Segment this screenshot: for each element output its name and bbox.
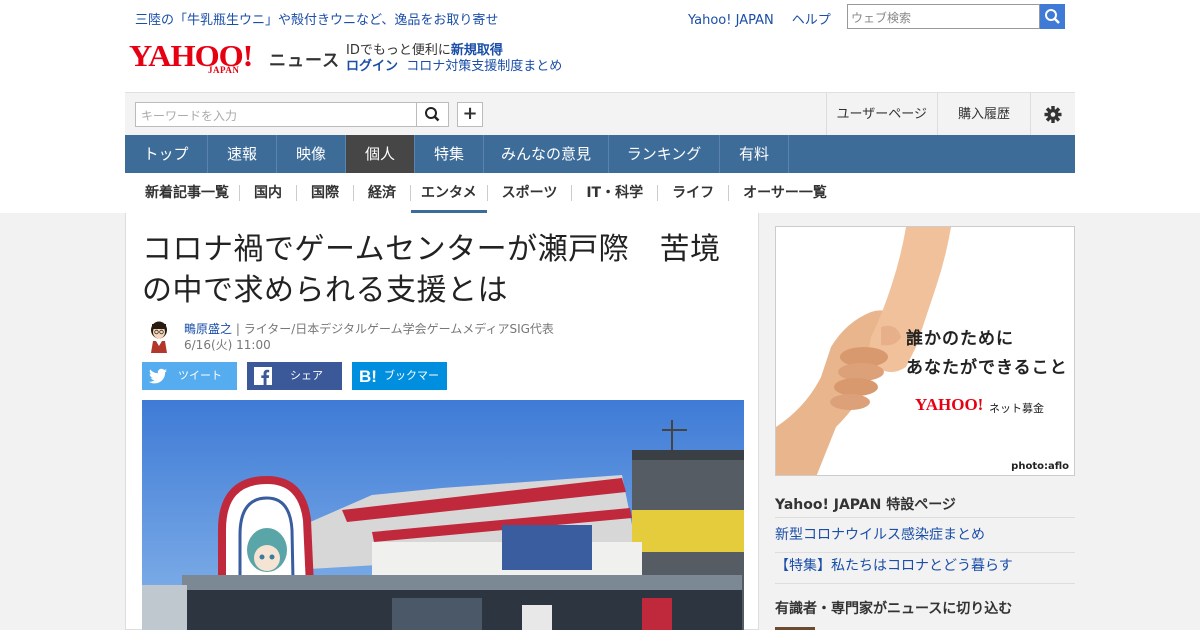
- main-nav: トップ 速報 映像 個人 特集 みんなの意見 ランキング 有料: [125, 135, 1075, 173]
- logo-japan-text: JAPAN: [208, 65, 240, 75]
- share-label: シェア: [290, 369, 323, 382]
- nav-item-top[interactable]: トップ: [125, 135, 208, 173]
- article-title-line1: コロナ禍でゲームセンターが瀬戸際 苦境: [142, 232, 721, 267]
- gear-icon: [1044, 106, 1062, 123]
- header-right-links: ユーザーページ 購入履歴: [825, 93, 1076, 136]
- hatena-bookmark-icon: B!: [359, 367, 377, 386]
- ad-hands-image: [776, 227, 1074, 475]
- id-promo-text: IDでもっと便利に: [346, 43, 451, 58]
- facebook-share-button[interactable]: シェア: [247, 362, 342, 390]
- ad-yahoo-logo: YAHOO!: [915, 395, 984, 414]
- keyword-search-button[interactable]: [417, 102, 449, 127]
- corona-support-link[interactable]: コロナ対策支援制度まとめ: [406, 59, 562, 74]
- user-page-link[interactable]: ユーザーページ: [825, 93, 937, 136]
- ad-logo-subtitle: ネット募金: [989, 402, 1044, 415]
- subnav-domestic[interactable]: 国内: [240, 185, 297, 201]
- nav-item-video[interactable]: 映像: [277, 135, 346, 173]
- ad-line2: あなたができること: [906, 358, 1068, 378]
- author-avatar[interactable]: [146, 319, 172, 353]
- ad-photo-credit: photo:aflo: [1011, 461, 1069, 472]
- subnav-authors[interactable]: オーサー一覧: [729, 185, 841, 201]
- ad-line1: 誰かのために: [906, 329, 1014, 349]
- id-area: IDでもっと便利に新規取得 ログイン コロナ対策支援制度まとめ: [346, 43, 562, 75]
- nav-item-opinions[interactable]: みんなの意見: [484, 135, 609, 173]
- svg-text:B!: B!: [359, 367, 377, 386]
- author-name-link[interactable]: 鴫原盛之: [184, 322, 232, 336]
- subnav-entertainment[interactable]: エンタメ: [411, 185, 488, 213]
- experts-heading: 有識者・専門家がニュースに切り込む: [775, 601, 1013, 617]
- special-pages-heading: Yahoo! JAPAN 特設ページ: [775, 497, 956, 513]
- special-link-covid-life[interactable]: 【特集】私たちはコロナとどう暮らす: [775, 555, 1075, 584]
- article-title-line2: の中で求められる支援とは: [142, 273, 508, 308]
- search-row: キーワードを入力 + ユーザーページ 購入履歴: [125, 92, 1076, 136]
- nav-item-ranking[interactable]: ランキング: [609, 135, 720, 173]
- author-info: 鴫原盛之 | ライター/日本デジタルゲーム学会ゲームメディアSIG代表: [184, 320, 554, 337]
- top-links: Yahoo! JAPAN ヘルプ: [688, 9, 849, 28]
- nav-item-breaking[interactable]: 速報: [208, 135, 277, 173]
- login-link[interactable]: ログイン: [346, 59, 398, 74]
- promo-link[interactable]: 三陸の「牛乳瓶生ウニ」や殻付きウニなど、逸品をお取り寄せ: [135, 9, 498, 28]
- sub-nav: 新着記事一覧 国内 国際 経済 エンタメ スポーツ IT・科学 ライフ オーサー…: [125, 173, 1075, 213]
- search-icon: [1045, 9, 1060, 24]
- add-button[interactable]: +: [457, 102, 483, 127]
- subnav-international[interactable]: 国際: [297, 185, 354, 201]
- tweet-button[interactable]: ツイート: [142, 362, 237, 390]
- facebook-icon: [254, 367, 272, 385]
- nav-item-individual[interactable]: 個人: [346, 135, 415, 173]
- plus-icon: +: [462, 103, 478, 124]
- keyword-search-input[interactable]: キーワードを入力: [135, 102, 417, 127]
- article: コロナ禍でゲームセンターが瀬戸際 苦境 の中で求められる支援とは 鴫原盛之 | …: [125, 213, 759, 630]
- article-photo: [142, 400, 744, 630]
- twitter-icon: [148, 368, 167, 384]
- subnav-it-science[interactable]: IT・科学: [572, 185, 659, 201]
- subnav-latest[interactable]: 新着記事一覧: [135, 185, 240, 201]
- article-title: コロナ禍でゲームセンターが瀬戸際 苦境 の中で求められる支援とは: [142, 229, 742, 311]
- subnav-life[interactable]: ライフ: [658, 185, 730, 201]
- article-date: 6/16(火) 11:00: [184, 338, 271, 352]
- logo-news-text: ニュース: [269, 51, 341, 71]
- yahoo-japan-link[interactable]: Yahoo! JAPAN: [688, 13, 774, 28]
- yahoo-news-logo[interactable]: YAHOO! JAPAN: [129, 40, 253, 76]
- register-link[interactable]: 新規取得: [451, 43, 503, 58]
- special-link-covid-summary[interactable]: 新型コロナウイルス感染症まとめ: [775, 524, 1075, 553]
- sidebar-ad[interactable]: 誰かのために あなたができること YAHOO! ネット募金 photo:aflo: [775, 226, 1075, 476]
- search-icon: [425, 107, 440, 122]
- web-search-input[interactable]: ウェブ検索: [847, 4, 1040, 29]
- subnav-sports[interactable]: スポーツ: [488, 185, 573, 201]
- purchase-history-link[interactable]: 購入履歴: [936, 93, 1030, 136]
- web-search-button[interactable]: [1040, 4, 1065, 29]
- divider: [775, 517, 1075, 518]
- settings-button[interactable]: [1030, 93, 1075, 136]
- tweet-label: ツイート: [178, 369, 222, 382]
- help-link[interactable]: ヘルプ: [792, 13, 831, 28]
- subnav-economy[interactable]: 経済: [354, 185, 411, 201]
- nav-item-features[interactable]: 特集: [415, 135, 484, 173]
- hatena-bookmark-button[interactable]: B! ブックマーク: [352, 362, 447, 410]
- author-description: | ライター/日本デジタルゲーム学会ゲームメディアSIG代表: [232, 322, 554, 336]
- nav-item-paid[interactable]: 有料: [720, 135, 789, 173]
